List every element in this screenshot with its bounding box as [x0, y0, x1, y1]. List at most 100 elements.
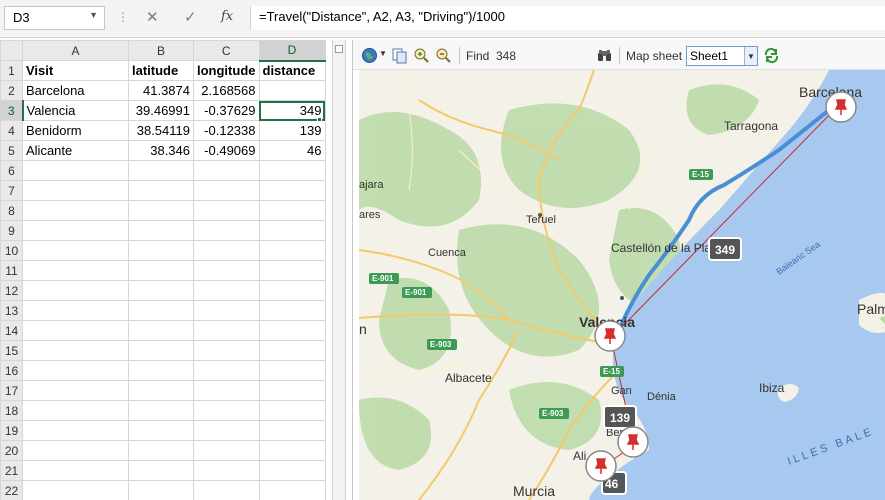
row-header[interactable]: 7: [0, 180, 23, 201]
cell-d3[interactable]: 349: [258, 100, 326, 121]
row-header[interactable]: 2: [0, 80, 23, 101]
cell-d21[interactable]: [258, 460, 326, 481]
cell-c20[interactable]: [193, 440, 260, 461]
row-header[interactable]: 1: [0, 60, 23, 81]
column-header-c[interactable]: C: [193, 40, 260, 61]
row-header[interactable]: 17: [0, 380, 23, 401]
cell-c13[interactable]: [193, 300, 260, 321]
name-box[interactable]: D3 ▼: [4, 6, 105, 30]
cell-b5[interactable]: 38.346: [128, 140, 194, 161]
globe-dropdown-icon[interactable]: ▼: [379, 49, 387, 58]
pin-alicante[interactable]: [585, 450, 617, 482]
chevron-down-icon[interactable]: ▼: [744, 47, 757, 65]
map-sheet-select[interactable]: Sheet1 ▼: [686, 46, 758, 66]
cell-d14[interactable]: [258, 320, 326, 341]
cell-c12[interactable]: [193, 280, 260, 301]
zoom-out-icon[interactable]: [435, 47, 452, 64]
cell-a17[interactable]: [22, 380, 129, 401]
chevron-down-icon[interactable]: ▼: [89, 10, 98, 20]
cell-d4[interactable]: 139: [258, 120, 326, 141]
cell-d9[interactable]: [258, 220, 326, 241]
row-header[interactable]: 13: [0, 300, 23, 321]
cell-c14[interactable]: [193, 320, 260, 341]
cell-c16[interactable]: [193, 360, 260, 381]
splitter-grip-icon[interactable]: [335, 45, 343, 53]
cell-a9[interactable]: [22, 220, 129, 241]
cell-a15[interactable]: [22, 340, 129, 361]
cell-b20[interactable]: [128, 440, 194, 461]
row-header[interactable]: 9: [0, 220, 23, 241]
pin-valencia[interactable]: [594, 320, 626, 352]
cell-d19[interactable]: [258, 420, 326, 441]
cell-b6[interactable]: [128, 160, 194, 181]
cell-c17[interactable]: [193, 380, 260, 401]
row-header[interactable]: 8: [0, 200, 23, 221]
cell-b16[interactable]: [128, 360, 194, 381]
cell-a2[interactable]: Barcelona: [22, 80, 129, 101]
row-header[interactable]: 11: [0, 260, 23, 281]
cell-c2[interactable]: 2.168568: [193, 80, 260, 101]
cell-c10[interactable]: [193, 240, 260, 261]
cell-c4[interactable]: -0.12338: [193, 120, 260, 141]
row-header[interactable]: 22: [0, 480, 23, 500]
cell-b17[interactable]: [128, 380, 194, 401]
cell-a12[interactable]: [22, 280, 129, 301]
cell-b22[interactable]: [128, 480, 194, 500]
cell-d1[interactable]: distance: [258, 60, 326, 81]
cell-c22[interactable]: [193, 480, 260, 500]
cell-a10[interactable]: [22, 240, 129, 261]
cell-c15[interactable]: [193, 340, 260, 361]
cell-d20[interactable]: [258, 440, 326, 461]
cell-a6[interactable]: [22, 160, 129, 181]
select-all-corner[interactable]: [0, 40, 23, 61]
map-view[interactable]: E-15 E-901 E-901 E-903 E-903 E-15 Barcel…: [359, 70, 885, 500]
pane-splitter[interactable]: [332, 40, 346, 500]
row-header[interactable]: 6: [0, 160, 23, 181]
cell-b21[interactable]: [128, 460, 194, 481]
column-header-a[interactable]: A: [22, 40, 129, 61]
cell-d17[interactable]: [258, 380, 326, 401]
cell-b19[interactable]: [128, 420, 194, 441]
row-header[interactable]: 4: [0, 120, 23, 141]
cell-b11[interactable]: [128, 260, 194, 281]
cell-c21[interactable]: [193, 460, 260, 481]
cell-c6[interactable]: [193, 160, 260, 181]
zoom-in-icon[interactable]: [413, 47, 430, 64]
cell-d7[interactable]: [258, 180, 326, 201]
cell-c7[interactable]: [193, 180, 260, 201]
cell-a1[interactable]: Visit: [22, 60, 129, 81]
cell-d12[interactable]: [258, 280, 326, 301]
cancel-icon[interactable]: ✕: [146, 8, 159, 26]
cell-d15[interactable]: [258, 340, 326, 361]
row-header[interactable]: 19: [0, 420, 23, 441]
cell-b9[interactable]: [128, 220, 194, 241]
row-header[interactable]: 15: [0, 340, 23, 361]
cell-d16[interactable]: [258, 360, 326, 381]
cell-b10[interactable]: [128, 240, 194, 261]
cell-b12[interactable]: [128, 280, 194, 301]
cell-a20[interactable]: [22, 440, 129, 461]
row-header[interactable]: 3: [0, 100, 24, 121]
cell-b13[interactable]: [128, 300, 194, 321]
find-input[interactable]: 348: [496, 49, 516, 63]
cell-a4[interactable]: Benidorm: [22, 120, 129, 141]
formula-input[interactable]: =Travel("Distance", A2, A3, "Driving")/1…: [250, 6, 885, 30]
insert-function-icon[interactable]: fx: [221, 9, 233, 24]
cell-a11[interactable]: [22, 260, 129, 281]
cell-a21[interactable]: [22, 460, 129, 481]
cell-d22[interactable]: [258, 480, 326, 500]
column-header-b[interactable]: B: [128, 40, 194, 61]
cell-d2[interactable]: [258, 80, 326, 101]
cell-d6[interactable]: [258, 160, 326, 181]
cell-b2[interactable]: 41.3874: [128, 80, 194, 101]
cell-a3[interactable]: Valencia: [22, 100, 129, 121]
row-header[interactable]: 20: [0, 440, 23, 461]
cell-a14[interactable]: [22, 320, 129, 341]
cell-b7[interactable]: [128, 180, 194, 201]
cell-a18[interactable]: [22, 400, 129, 421]
cell-a22[interactable]: [22, 480, 129, 500]
cell-a7[interactable]: [22, 180, 129, 201]
cell-b3[interactable]: 39.46991: [128, 100, 194, 121]
cell-c9[interactable]: [193, 220, 260, 241]
cell-d10[interactable]: [258, 240, 326, 261]
